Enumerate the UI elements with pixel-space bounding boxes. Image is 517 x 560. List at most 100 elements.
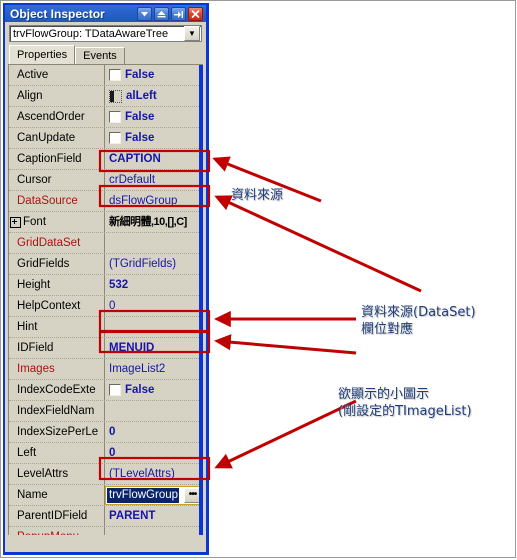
property-name-label: Font xyxy=(23,216,47,228)
checkbox-icon[interactable] xyxy=(109,69,121,81)
property-value[interactable]: 0 xyxy=(105,443,203,463)
property-row[interactable]: Align alLeft xyxy=(9,86,203,107)
property-row[interactable]: GridFields (TGridFields) xyxy=(9,254,203,275)
property-name: Images xyxy=(9,359,105,379)
property-value-text: False xyxy=(125,384,155,396)
object-selector-value: trvFlowGroup: TDataAwareTree xyxy=(13,27,169,40)
checkbox-icon[interactable] xyxy=(109,384,121,396)
property-row[interactable]: IndexSizePerLe 0 xyxy=(9,422,203,443)
property-row[interactable]: HelpContext 0 xyxy=(9,296,203,317)
window-titlebar: Object Inspector xyxy=(5,3,206,22)
property-name: Height xyxy=(9,275,105,295)
arrow-to-datasource xyxy=(214,195,422,293)
page-frame: Object Inspector trvFlowGroup: TDataAwar… xyxy=(0,0,516,558)
property-row[interactable]: IndexCodeExte False xyxy=(9,380,203,401)
property-row[interactable]: Active False xyxy=(9,65,203,86)
property-name: Active xyxy=(9,65,105,85)
property-name: HelpContext xyxy=(9,296,105,316)
property-value[interactable]: trvFlowGroup ••• xyxy=(105,485,203,505)
property-name: IDField xyxy=(9,338,105,358)
object-inspector-window: Object Inspector trvFlowGroup: TDataAwar… xyxy=(3,3,209,555)
annotation-imagelist: 欲顯示的小圖示 (剛設定的TImageList) xyxy=(338,387,472,419)
property-name: AscendOrder xyxy=(9,107,105,127)
property-name: Align xyxy=(9,86,105,106)
property-row[interactable]: Font 新細明體,10,[],C] xyxy=(9,212,203,233)
property-value[interactable]: False xyxy=(105,128,203,148)
property-row[interactable]: CanUpdate False xyxy=(9,128,203,149)
property-value[interactable]: 532 xyxy=(105,275,203,295)
property-name: CaptionField xyxy=(9,149,105,169)
property-grid-rows: Active False Align alLeft AscendOrder False Ca… xyxy=(9,65,203,535)
property-value[interactable]: alLeft xyxy=(105,86,203,106)
property-value[interactable]: False xyxy=(105,65,203,85)
object-selector-area: trvFlowGroup: TDataAwareTree ▼ xyxy=(5,22,206,44)
property-row[interactable]: DataSource dsFlowGroup xyxy=(9,191,203,212)
checkbox-icon[interactable] xyxy=(109,111,121,123)
property-row[interactable]: Height 532 xyxy=(9,275,203,296)
property-name: Cursor xyxy=(9,170,105,190)
property-value[interactable] xyxy=(105,233,203,253)
property-name: Left xyxy=(9,443,105,463)
tab-events[interactable]: Events xyxy=(75,47,125,64)
grid-right-edge xyxy=(199,65,203,535)
checkbox-icon[interactable] xyxy=(109,132,121,144)
titlebar-button-group xyxy=(137,7,203,21)
property-name: Hint xyxy=(9,317,105,337)
property-value-text: False xyxy=(125,69,155,81)
property-row[interactable]: LevelAttrs (TLevelAttrs) xyxy=(9,464,203,485)
property-name: IndexFieldNam xyxy=(9,401,105,421)
property-value[interactable]: ImageList2 xyxy=(105,359,203,379)
property-value[interactable] xyxy=(105,527,203,535)
property-value[interactable]: False xyxy=(105,107,203,127)
close-button[interactable] xyxy=(188,7,203,21)
property-row[interactable]: Left 0 xyxy=(9,443,203,464)
arrow-to-parentidfield xyxy=(214,399,357,469)
property-row[interactable]: Images ImageList2 xyxy=(9,359,203,380)
property-value[interactable] xyxy=(105,401,203,421)
collapse-button[interactable] xyxy=(154,7,169,21)
property-value[interactable]: dsFlowGroup xyxy=(105,191,203,211)
property-name: IndexSizePerLe xyxy=(9,422,105,442)
object-selector-combobox[interactable]: trvFlowGroup: TDataAwareTree ▼ xyxy=(9,25,202,42)
property-name: ParentIDField xyxy=(9,506,105,526)
property-name: CanUpdate xyxy=(9,128,105,148)
align-left-icon[interactable] xyxy=(109,89,122,103)
chevron-down-icon[interactable]: ▼ xyxy=(184,26,200,41)
property-row[interactable]: Name trvFlowGroup ••• xyxy=(9,485,203,506)
pin-button[interactable] xyxy=(171,7,186,21)
property-value[interactable]: 0 xyxy=(105,296,203,316)
property-name: IndexCodeExte xyxy=(9,380,105,400)
property-value[interactable] xyxy=(105,317,203,337)
property-value[interactable]: MENUID xyxy=(105,338,203,358)
window-title: Object Inspector xyxy=(10,6,105,21)
property-value[interactable]: crDefault xyxy=(105,170,203,190)
property-row[interactable]: IndexFieldNam xyxy=(9,401,203,422)
property-value[interactable]: (TGridFields) xyxy=(105,254,203,274)
property-value[interactable]: False xyxy=(105,380,203,400)
property-row[interactable]: Hint xyxy=(9,317,203,338)
property-value-text: False xyxy=(125,132,155,144)
property-value[interactable]: 0 xyxy=(105,422,203,442)
property-row[interactable]: GridDataSet xyxy=(9,233,203,254)
property-value-text: alLeft xyxy=(126,90,157,102)
expand-plus-icon[interactable] xyxy=(10,216,21,228)
property-name: Font xyxy=(9,212,105,232)
property-row[interactable]: IDField MENUID xyxy=(9,338,203,359)
property-row[interactable]: PopupMenu xyxy=(9,527,203,535)
property-grid: Active False Align alLeft AscendOrder False Ca… xyxy=(8,64,203,535)
tab-properties[interactable]: Properties xyxy=(9,45,76,64)
tab-bar: Properties Events xyxy=(5,45,206,64)
property-name: LevelAttrs xyxy=(9,464,105,484)
property-value[interactable]: 新細明體,10,[],C] xyxy=(105,212,203,232)
property-row[interactable]: ParentIDField PARENT xyxy=(9,506,203,527)
arrow-to-images xyxy=(214,334,357,355)
property-row[interactable]: CaptionField CAPTION xyxy=(9,149,203,170)
dropdown-button[interactable] xyxy=(137,7,152,21)
property-value[interactable]: (TLevelAttrs) xyxy=(105,464,203,484)
property-value[interactable]: CAPTION xyxy=(105,149,203,169)
property-value[interactable]: PARENT xyxy=(105,506,203,526)
property-row[interactable]: AscendOrder False xyxy=(9,107,203,128)
property-name: GridDataSet xyxy=(9,233,105,253)
property-name: DataSource xyxy=(9,191,105,211)
property-row[interactable]: Cursor crDefault xyxy=(9,170,203,191)
